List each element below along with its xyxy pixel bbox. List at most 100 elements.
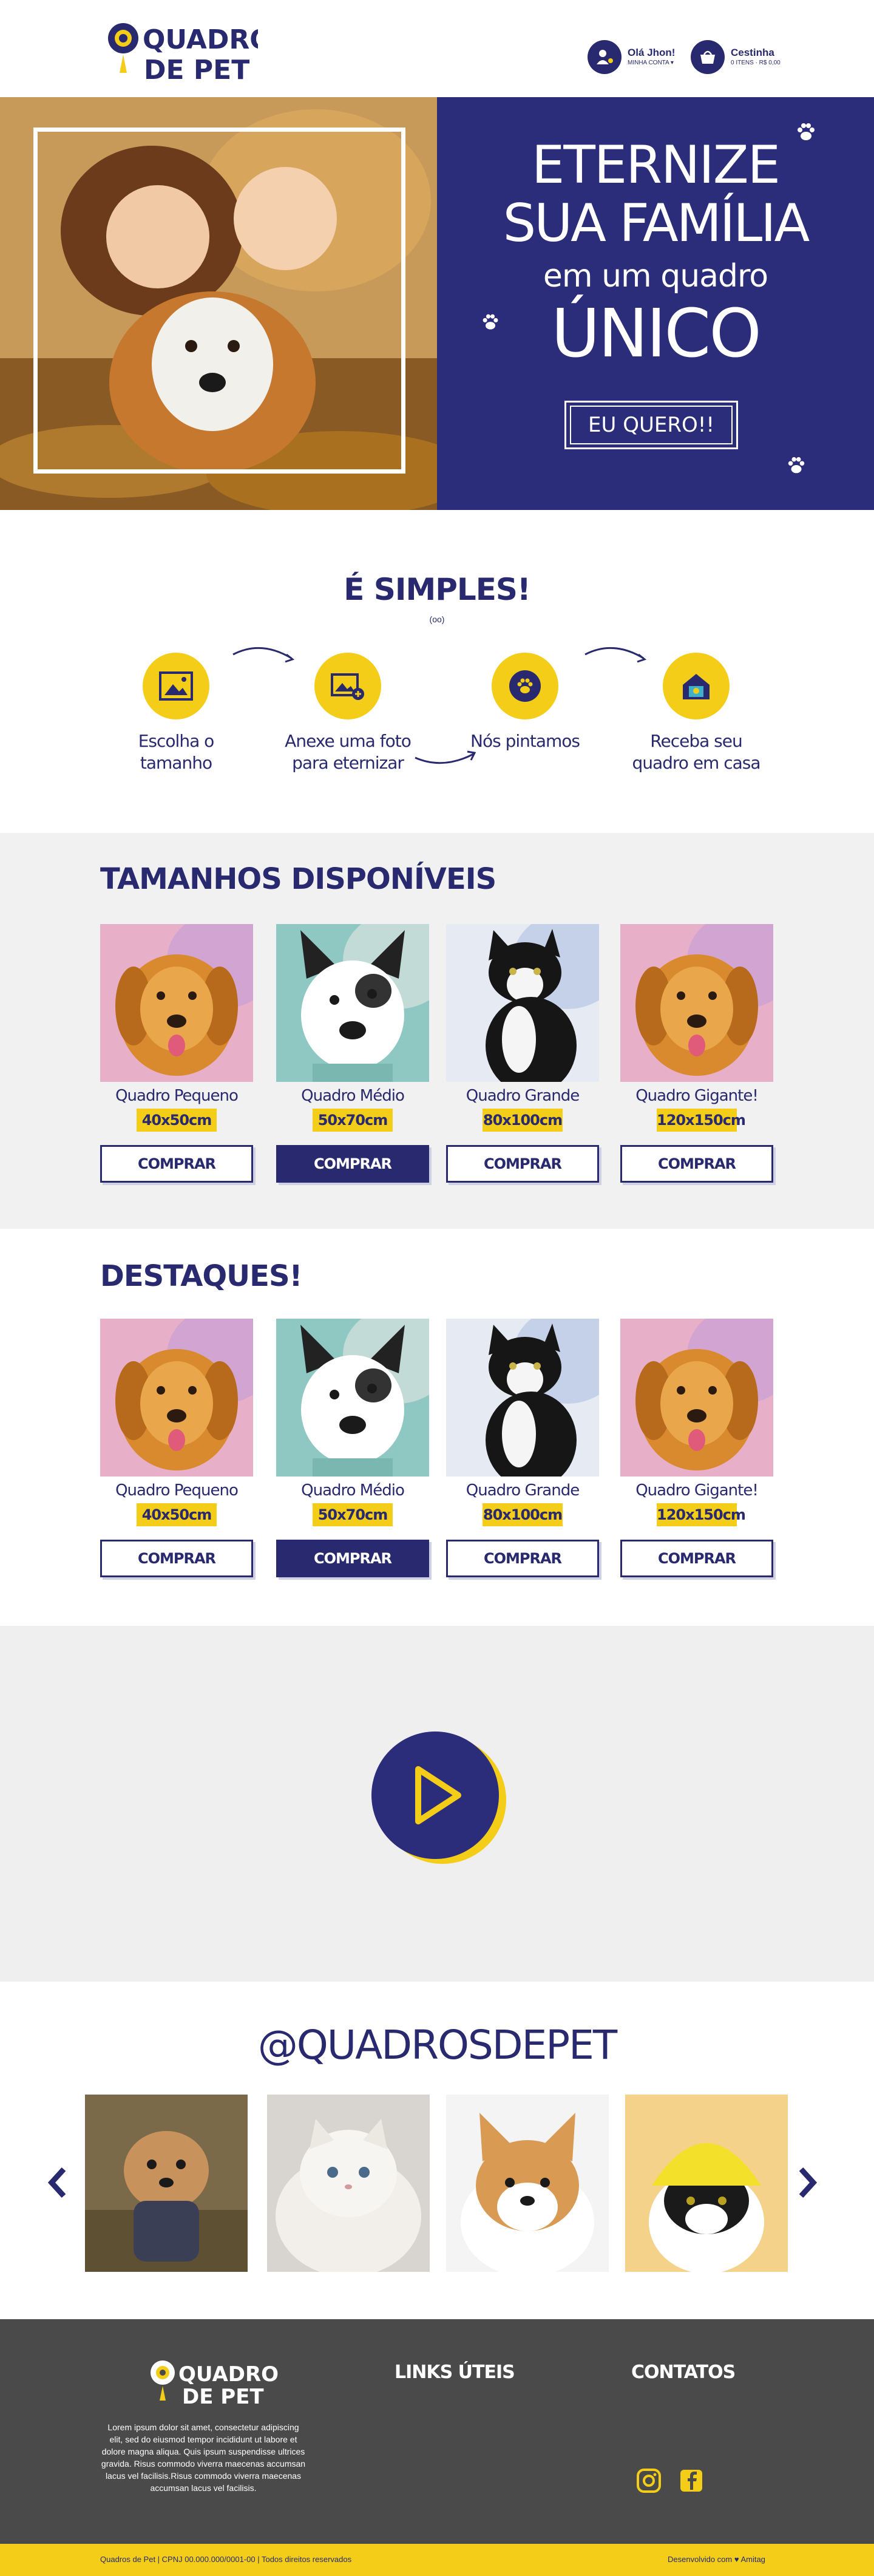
instagram-photo[interactable] — [267, 2095, 430, 2272]
product-size-badge: 40x50cm — [137, 1109, 217, 1132]
instagram-photo[interactable] — [85, 2095, 248, 2272]
sizes-section: TAMANHOS DISPONÍVEIS Quadro Pequeno 40x50… — [0, 833, 874, 1229]
footer-about: Lorem ipsum dolor sit amet, consectetur … — [101, 2422, 306, 2493]
paw-icon — [483, 314, 498, 330]
product-card: Quadro Pequeno 40x50cm COMPRAR — [100, 1319, 253, 1577]
product-size-badge: 120x150cm — [657, 1109, 746, 1132]
paw-icon — [788, 457, 805, 474]
hero-line-4: ÚNICO — [551, 294, 762, 372]
hero-line-3: em um quadro — [543, 258, 768, 294]
copyright: Quadros de Pet | CPNJ 00.000.000/0001-00… — [100, 2555, 352, 2564]
instagram-handle[interactable]: @QUADROSDEPET — [0, 2022, 874, 2068]
account-menu[interactable]: Olá Jhon! MINHA CONTA ▾ — [588, 38, 675, 76]
buy-button[interactable]: COMPRAR — [620, 1145, 773, 1183]
step-label: Anexe uma foto para eternizar — [285, 731, 412, 773]
instagram-photo[interactable] — [625, 2095, 788, 2272]
facebook-icon[interactable] — [679, 2468, 704, 2493]
product-size-badge: 50x70cm — [313, 1109, 393, 1132]
step-label: Receba seu quadro em casa — [632, 731, 761, 773]
buy-button[interactable]: COMPRAR — [446, 1540, 599, 1577]
hero-cta-button[interactable]: EU QUERO!! — [564, 401, 738, 449]
buy-button[interactable]: COMPRAR — [446, 1145, 599, 1183]
frame-icon — [143, 653, 209, 719]
product-card: Quadro Gigante! 120x150cm COMPRAR — [620, 924, 773, 1183]
product-image[interactable] — [620, 1319, 773, 1477]
footer-logo-text-1: QUADROS — [178, 2362, 279, 2387]
account-title: Olá Jhon! — [628, 47, 676, 58]
paw-icon — [798, 123, 815, 140]
product-card: Quadro Grande 80x100cm COMPRAR — [446, 1319, 599, 1577]
instagram-photo[interactable] — [446, 2095, 609, 2272]
buy-button[interactable]: COMPRAR — [276, 1540, 429, 1577]
product-card: Quadro Médio 50x70cm COMPRAR — [276, 924, 429, 1183]
product-name: Quadro Pequeno — [115, 1087, 239, 1105]
carousel-prev-icon[interactable] — [46, 2164, 70, 2201]
step-3: Nós pintamos — [452, 653, 598, 752]
product-name: Quadro Gigante! — [635, 1087, 759, 1105]
video-section — [0, 1626, 874, 1982]
product-name: Quadro Grande — [466, 1481, 580, 1500]
product-card: Quadro Pequeno 40x50cm COMPRAR — [100, 924, 253, 1183]
product-image[interactable] — [620, 924, 773, 1082]
basket-icon — [691, 40, 725, 74]
site-footer: QUADROS DE PET Lorem ipsum dolor sit ame… — [0, 2319, 874, 2544]
curved-arrow-icon — [584, 647, 647, 663]
product-size-badge: 40x50cm — [137, 1503, 217, 1526]
product-name: Quadro Grande — [466, 1087, 580, 1105]
product-size-badge: 80x100cm — [483, 1109, 563, 1132]
step-1: Escolha o tamanho — [103, 653, 249, 774]
product-size-badge: 80x100cm — [483, 1503, 563, 1526]
paw-palette-icon — [492, 653, 558, 719]
house-frame-icon — [663, 653, 730, 719]
hero-panel: ETERNIZE SUA FAMÍLIA em um quadro ÚNICO … — [437, 97, 874, 510]
cart-subtitle: 0 ITENS · R$ 0,00 — [731, 59, 781, 66]
highlights-section: DESTAQUES! Quadro Pequeno 40x50cm COMPRAR Q… — [0, 1229, 874, 1626]
footer-logo[interactable]: QUADROS DE PET — [146, 2356, 294, 2416]
buy-button[interactable]: COMPRAR — [100, 1145, 253, 1183]
site-header: QUADROS DE PET Olá Jhon! MINHA CONTA ▾ C… — [0, 0, 874, 97]
buy-button[interactable]: COMPRAR — [276, 1145, 429, 1183]
buy-button[interactable]: COMPRAR — [620, 1540, 773, 1577]
play-button[interactable] — [371, 1731, 499, 1859]
hero-cta-label: EU QUERO!! — [570, 406, 733, 444]
product-card: Quadro Gigante! 120x150cm COMPRAR — [620, 1319, 773, 1577]
sizes-title: TAMANHOS DISPONÍVEIS — [100, 862, 496, 896]
product-image[interactable] — [276, 924, 429, 1082]
carousel-next-icon[interactable] — [795, 2164, 819, 2201]
buy-button[interactable]: COMPRAR — [100, 1540, 253, 1577]
developer-credit[interactable]: Desenvolvido com ♥ Amitag — [668, 2555, 765, 2564]
product-size-badge: 120x150cm — [657, 1503, 746, 1526]
product-card: Quadro Médio 50x70cm COMPRAR — [276, 1319, 429, 1577]
steps-title: É SIMPLES! — [344, 572, 530, 607]
hero-line-1: ETERNIZE — [532, 135, 781, 195]
hero-banner: ETERNIZE SUA FAMÍLIA em um quadro ÚNICO … — [0, 97, 874, 510]
instagram-icon[interactable] — [636, 2468, 662, 2493]
footer-contacts-title: CONTATOS — [631, 2362, 736, 2383]
hero-line-2: SUA FAMÍLIA — [503, 193, 810, 254]
product-name: Quadro Médio — [301, 1481, 405, 1500]
hero-photo — [0, 97, 437, 510]
cart-button[interactable]: Cestinha 0 ITENS · R$ 0,00 — [691, 38, 781, 76]
step-label: Escolha o tamanho — [138, 731, 215, 773]
step-2: Anexe uma foto para eternizar — [275, 653, 421, 774]
logo[interactable]: QUADROS DE PET — [100, 17, 291, 87]
product-image[interactable] — [100, 1319, 253, 1477]
steps-ornament: (oo) — [429, 614, 445, 624]
curved-arrow-icon — [232, 647, 295, 663]
play-icon — [415, 1766, 461, 1824]
product-image[interactable] — [446, 924, 599, 1082]
product-image[interactable] — [276, 1319, 429, 1477]
product-size-badge: 50x70cm — [313, 1503, 393, 1526]
footer-links-title: LINKS ÚTEIS — [395, 2362, 515, 2383]
product-name: Quadro Pequeno — [115, 1481, 239, 1500]
user-paw-icon — [588, 40, 622, 74]
highlights-title: DESTAQUES! — [100, 1259, 302, 1293]
product-image[interactable] — [446, 1319, 599, 1477]
image-upload-icon — [314, 653, 381, 719]
hero-frame — [33, 127, 405, 474]
step-4: Receba seu quadro em casa — [623, 653, 769, 774]
product-card: Quadro Grande 80x100cm COMPRAR — [446, 924, 599, 1183]
account-subtitle: MINHA CONTA ▾ — [628, 59, 674, 66]
product-image[interactable] — [100, 924, 253, 1082]
product-name: Quadro Médio — [301, 1087, 405, 1105]
